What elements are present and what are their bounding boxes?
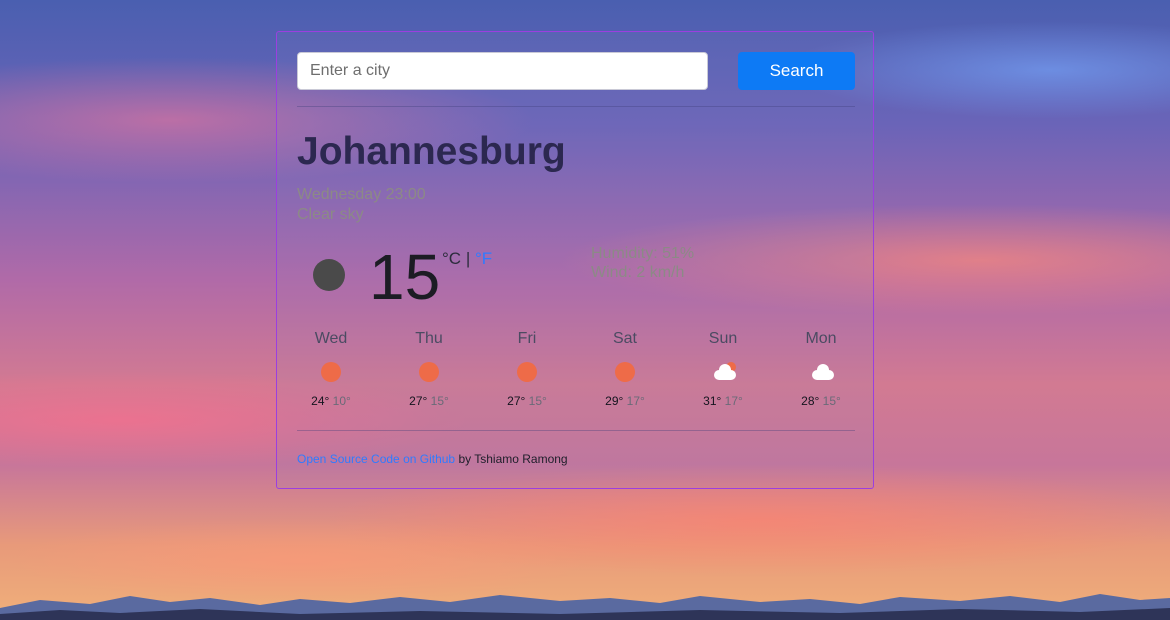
forecast-day: Thu 27° 15° xyxy=(389,330,469,408)
search-button[interactable]: Search xyxy=(738,52,855,90)
footer: Open Source Code on Github by Tshiamo Ra… xyxy=(297,452,568,466)
partly-cloudy-icon xyxy=(712,362,738,380)
forecast-day: Sat 29° 17° xyxy=(585,330,665,408)
wind-value: Wind: 2 km/h xyxy=(591,264,685,281)
cloud-icon xyxy=(810,362,836,380)
weather-details: Humidity: 51% Wind: 2 km/h xyxy=(591,244,694,282)
fahrenheit-link[interactable]: °F xyxy=(475,249,492,268)
forecast-min: 17° xyxy=(626,394,645,408)
forecast-max: 24° xyxy=(311,394,330,408)
forecast-max: 28° xyxy=(801,394,820,408)
forecast-day-name: Fri xyxy=(517,330,537,347)
current-datetime: Wednesday 23:00 xyxy=(297,186,426,203)
unit-toggle: °C | °F xyxy=(442,249,492,269)
forecast-day-name: Sat xyxy=(612,330,637,347)
forecast-temps: 24° 10° xyxy=(291,394,371,408)
sun-icon xyxy=(517,362,537,382)
forecast-max: 31° xyxy=(703,394,722,408)
forecast-day: Fri 27° 15° xyxy=(487,330,567,408)
forecast-min: 15° xyxy=(528,394,547,408)
city-name: Johannesburg xyxy=(297,130,566,173)
divider xyxy=(297,430,855,431)
unit-separator: | xyxy=(465,249,471,268)
forecast-max: 27° xyxy=(409,394,428,408)
forecast-day-name: Wed xyxy=(314,330,348,347)
sun-icon xyxy=(321,362,341,382)
forecast-day-name: Mon xyxy=(805,330,837,347)
forecast-temps: 29° 17° xyxy=(585,394,665,408)
forecast-temps: 28° 15° xyxy=(781,394,861,408)
forecast-day: Sun 31° 17° xyxy=(683,330,763,408)
forecast-day: Mon 28° 15° xyxy=(781,330,861,408)
humidity-value: Humidity: 51% xyxy=(591,245,695,262)
forecast-max: 29° xyxy=(605,394,624,408)
sun-icon xyxy=(419,362,439,382)
forecast-day-name: Sun xyxy=(708,330,738,347)
celsius-unit: °C xyxy=(442,249,462,268)
current-temperature: 15 xyxy=(369,241,441,313)
author-credit: by Tshiamo Ramong xyxy=(455,452,568,466)
forecast-temps: 31° 17° xyxy=(683,394,763,408)
mountain-silhouette xyxy=(0,594,1170,620)
forecast-min: 17° xyxy=(724,394,743,408)
forecast-day-name: Thu xyxy=(415,330,443,347)
forecast-min: 15° xyxy=(822,394,841,408)
forecast-max: 27° xyxy=(507,394,526,408)
sun-icon xyxy=(615,362,635,382)
weather-description: Clear sky xyxy=(297,206,364,223)
forecast-temps: 27° 15° xyxy=(487,394,567,408)
forecast-min: 15° xyxy=(430,394,449,408)
city-search-input[interactable] xyxy=(297,52,708,90)
moon-dot-icon xyxy=(313,259,345,291)
divider xyxy=(297,106,855,107)
weather-card: Search Johannesburg Wednesday 23:00 Clea… xyxy=(276,31,874,489)
forecast-day: Wed 24° 10° xyxy=(291,330,371,408)
forecast-temps: 27° 15° xyxy=(389,394,469,408)
github-link[interactable]: Open Source Code on Github xyxy=(297,452,455,466)
forecast-min: 10° xyxy=(332,394,351,408)
